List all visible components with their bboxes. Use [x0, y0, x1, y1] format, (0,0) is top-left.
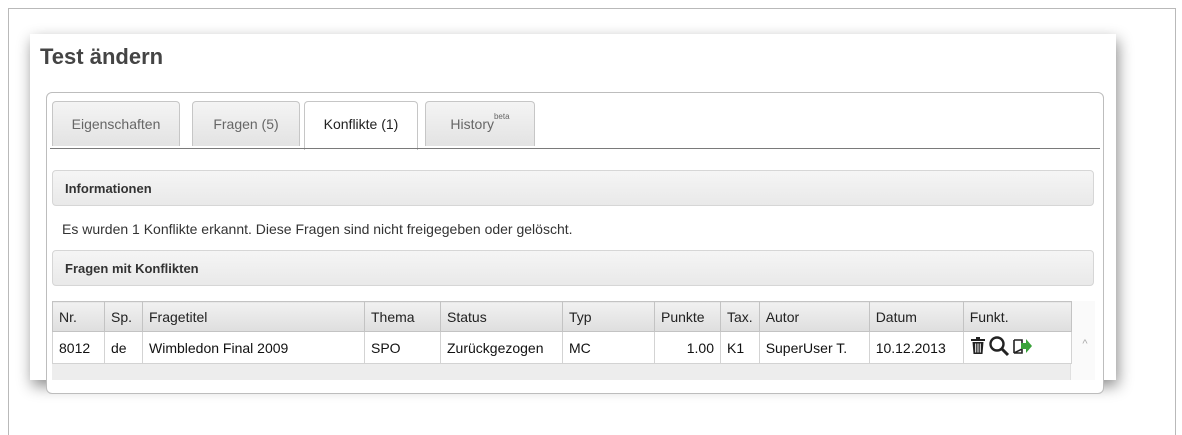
conflict-info-text: Es wurden 1 Konflikte erkannt. Diese Fra…: [62, 221, 573, 237]
col-thema[interactable]: Thema: [364, 301, 441, 332]
search-icon[interactable]: [988, 335, 1010, 360]
table-header-row: Nr. Sp. Fragetitel Thema Status Typ Punk…: [52, 301, 1072, 332]
tab-konflikte[interactable]: Konflikte (1): [304, 101, 418, 150]
page-title: Test ändern: [40, 44, 164, 69]
col-datum[interactable]: Datum: [868, 301, 964, 332]
tab-history[interactable]: Historybeta: [425, 101, 535, 146]
col-fragetitel[interactable]: Fragetitel: [142, 301, 365, 332]
col-funkt: Funkt.: [962, 301, 1072, 332]
cell-datum: 10.12.2013: [868, 331, 964, 364]
tab-label: Eigenschaften: [71, 116, 161, 132]
cell-thema: SPO: [364, 331, 441, 364]
cell-typ: MC: [562, 331, 655, 364]
konflikte-header: Fragen mit Konflikten: [52, 250, 1094, 286]
tab-label: History: [450, 116, 494, 132]
table-empty-area: [52, 364, 1070, 380]
cell-fragetitel: Wimbledon Final 2009: [142, 331, 365, 364]
beta-badge: beta: [493, 112, 510, 121]
tab-fragen[interactable]: Fragen (5): [192, 101, 300, 146]
cell-status: Zurückgezogen: [440, 331, 563, 364]
scroll-up-icon[interactable]: ^: [1078, 337, 1092, 351]
tab-label: Konflikte (1): [323, 116, 399, 132]
cell-tax: K1: [720, 331, 760, 364]
cell-funktionen: [962, 331, 1072, 364]
col-typ[interactable]: Typ: [562, 301, 655, 332]
col-sp[interactable]: Sp.: [104, 301, 143, 332]
cell-nr: 8012: [52, 331, 105, 364]
tab-eigenschaften[interactable]: Eigenschaften: [52, 101, 180, 146]
cell-sp: de: [104, 331, 143, 364]
col-punkte[interactable]: Punkte: [654, 301, 721, 332]
conflicts-table: Nr. Sp. Fragetitel Thema Status Typ Punk…: [52, 301, 1072, 364]
col-nr[interactable]: Nr.: [52, 301, 105, 332]
tab-label: Fragen (5): [213, 116, 279, 132]
col-tax[interactable]: Tax.: [720, 301, 760, 332]
cell-punkte: 1.00: [654, 331, 721, 364]
col-autor[interactable]: Autor: [758, 301, 870, 332]
table-row[interactable]: 8012 de Wimbledon Final 2009 SPO Zurückg…: [52, 331, 1072, 364]
col-status[interactable]: Status: [440, 301, 563, 332]
trash-icon[interactable]: [970, 337, 986, 358]
export-icon[interactable]: [1012, 336, 1032, 359]
informationen-header: Informationen: [52, 170, 1094, 206]
tab-divider: [50, 148, 1100, 149]
cell-autor: SuperUser T.: [758, 331, 870, 364]
